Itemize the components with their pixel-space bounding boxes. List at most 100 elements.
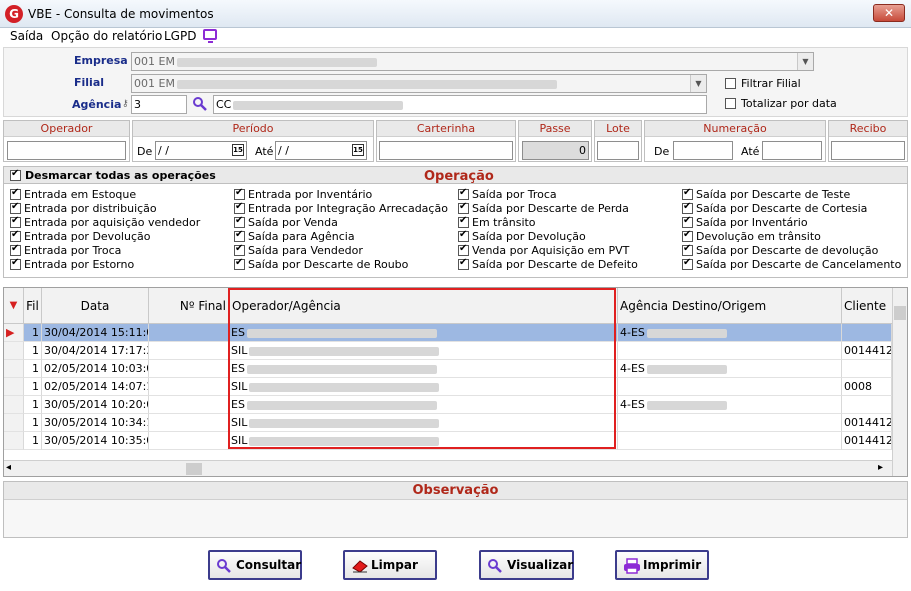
operacao-option-label: Saída por Descarte de devolução: [696, 244, 879, 257]
calendar-icon[interactable]: 15: [232, 144, 244, 156]
operacao-checkbox[interactable]: [234, 187, 245, 200]
carterinha-input[interactable]: [379, 141, 513, 160]
cell-ag: 4-ES: [618, 396, 842, 414]
col-data[interactable]: Data: [42, 288, 149, 324]
desmarcar-label: Desmarcar todas as operações: [25, 169, 216, 182]
operacao-checkbox[interactable]: [682, 201, 693, 214]
lote-header: Lote: [595, 121, 641, 137]
operacao-checkbox[interactable]: [458, 243, 469, 256]
operacao-checkbox[interactable]: [234, 215, 245, 228]
operacao-checkbox[interactable]: [682, 187, 693, 200]
chevron-down-icon[interactable]: ▼: [690, 75, 706, 92]
operacao-checkbox[interactable]: [10, 257, 21, 270]
operacao-option-label: Entrada por aquisição vendedor: [24, 216, 201, 229]
col-agencia-destino[interactable]: Agência Destino/Origem: [618, 288, 842, 324]
menu-lgpd[interactable]: LGPD: [164, 29, 196, 43]
operacao-checkbox[interactable]: [682, 229, 693, 242]
operador-input[interactable]: [7, 141, 126, 160]
scroll-left-icon[interactable]: ◂: [6, 462, 11, 473]
operacao-checkbox[interactable]: [458, 201, 469, 214]
scroll-h-thumb[interactable]: [186, 463, 202, 475]
search-icon[interactable]: [192, 96, 208, 112]
operacao-option-label: Em trânsito: [472, 216, 536, 229]
eraser-icon: [351, 557, 369, 583]
window-title: VBE - Consulta de movimentos: [28, 7, 214, 21]
close-button[interactable]: ✕: [873, 4, 905, 22]
filial-select[interactable]: 001 EM ▼: [131, 74, 707, 93]
cell-text: 0014412-0: [844, 344, 891, 357]
cell-text: 0014412-0: [844, 416, 891, 429]
scroll-right-icon[interactable]: ▸: [878, 462, 883, 473]
periodo-de-input[interactable]: / / 15: [155, 141, 247, 160]
vertical-scrollbar[interactable]: [892, 288, 907, 476]
col-cliente[interactable]: Cliente: [842, 288, 894, 324]
table-row-empty: [4, 450, 892, 456]
limpar-button[interactable]: Limpar: [343, 550, 437, 580]
periodo-header: Período: [133, 121, 373, 137]
operacao-checkbox[interactable]: [10, 243, 21, 256]
operacao-checkbox[interactable]: [10, 201, 21, 214]
totalizar-checkbox[interactable]: [725, 98, 736, 109]
numeracao-header: Numeração: [645, 121, 825, 137]
operacao-checkbox[interactable]: [682, 257, 693, 270]
cell-data: 30/04/2014 17:17:39: [42, 342, 149, 360]
calendar-icon[interactable]: 15: [352, 144, 364, 156]
operacao-checkbox[interactable]: [458, 215, 469, 228]
operacao-option-label: Saída por Descarte de Defeito: [472, 258, 638, 271]
visualizar-label: Visualizar: [507, 558, 574, 572]
operacao-checkbox[interactable]: [10, 215, 21, 228]
numeracao-de-input[interactable]: [673, 141, 733, 160]
cell-fil: 1: [24, 378, 42, 396]
menu-opcao-relatorio[interactable]: Opção do relatório: [51, 29, 162, 43]
cell-data: 30/04/2014 15:11:08: [42, 324, 149, 342]
lote-input[interactable]: [597, 141, 639, 160]
observacao-panel: Observação: [3, 481, 908, 538]
operacao-checkbox[interactable]: [10, 229, 21, 242]
limpar-label: Limpar: [371, 558, 418, 572]
numeracao-ate-input[interactable]: [762, 141, 822, 160]
menu-saida[interactable]: Saída: [10, 29, 43, 43]
visualizar-button[interactable]: Visualizar: [479, 550, 574, 580]
scroll-thumb[interactable]: [894, 306, 906, 320]
empresa-select[interactable]: 001 EM ▼: [131, 52, 814, 71]
chevron-down-icon[interactable]: ▼: [797, 53, 813, 70]
cell-cli: [842, 396, 892, 414]
cell-text: 0008: [844, 380, 872, 393]
operacao-checkbox[interactable]: [682, 215, 693, 228]
form-area: Empresa 001 EM ▼ Filial 001 EM ▼ Agência…: [3, 47, 908, 117]
cell-ag: 4-ES: [618, 324, 842, 342]
cell-text: 4-ES: [620, 326, 645, 339]
operacao-checkbox[interactable]: [234, 229, 245, 242]
key-icon: ⚷: [122, 99, 129, 109]
filtrar-filial-checkbox[interactable]: [725, 78, 736, 89]
operacao-checkbox[interactable]: [458, 257, 469, 270]
operacao-checkbox[interactable]: [234, 243, 245, 256]
cell-empty: [149, 360, 229, 378]
periodo-ate-input[interactable]: / / 15: [275, 141, 367, 160]
operacao-checkbox[interactable]: [682, 243, 693, 256]
monitor-icon[interactable]: [203, 29, 217, 43]
horizontal-scrollbar[interactable]: ◂ ▸: [4, 460, 892, 476]
cell-text: 0014412-0: [844, 434, 891, 447]
col-nfinal[interactable]: Nº Final: [149, 288, 229, 324]
operacao-checkbox[interactable]: [10, 187, 21, 200]
cell-empty: [149, 324, 229, 342]
agencia-code-input[interactable]: 3: [131, 95, 187, 114]
cell-fil: 1: [24, 342, 42, 360]
operacao-checkbox[interactable]: [234, 257, 245, 270]
operacao-checkbox[interactable]: [458, 229, 469, 242]
operacao-option-label: Saída por Devolução: [472, 230, 586, 243]
operacao-option-label: Devolução em trânsito: [696, 230, 821, 243]
col-fil[interactable]: Fil: [24, 288, 42, 324]
cell-text: 1: [32, 362, 39, 375]
operacao-checkbox[interactable]: [234, 201, 245, 214]
recibo-input[interactable]: [831, 141, 905, 160]
cell-ag: [618, 432, 842, 450]
operacao-checkbox[interactable]: [458, 187, 469, 200]
desmarcar-checkbox[interactable]: [10, 168, 21, 181]
search-icon: [487, 557, 503, 583]
imprimir-button[interactable]: Imprimir: [615, 550, 709, 580]
row-indicator: [4, 378, 24, 396]
row-indicator: ▶: [4, 324, 24, 342]
consultar-button[interactable]: Consultar: [208, 550, 302, 580]
